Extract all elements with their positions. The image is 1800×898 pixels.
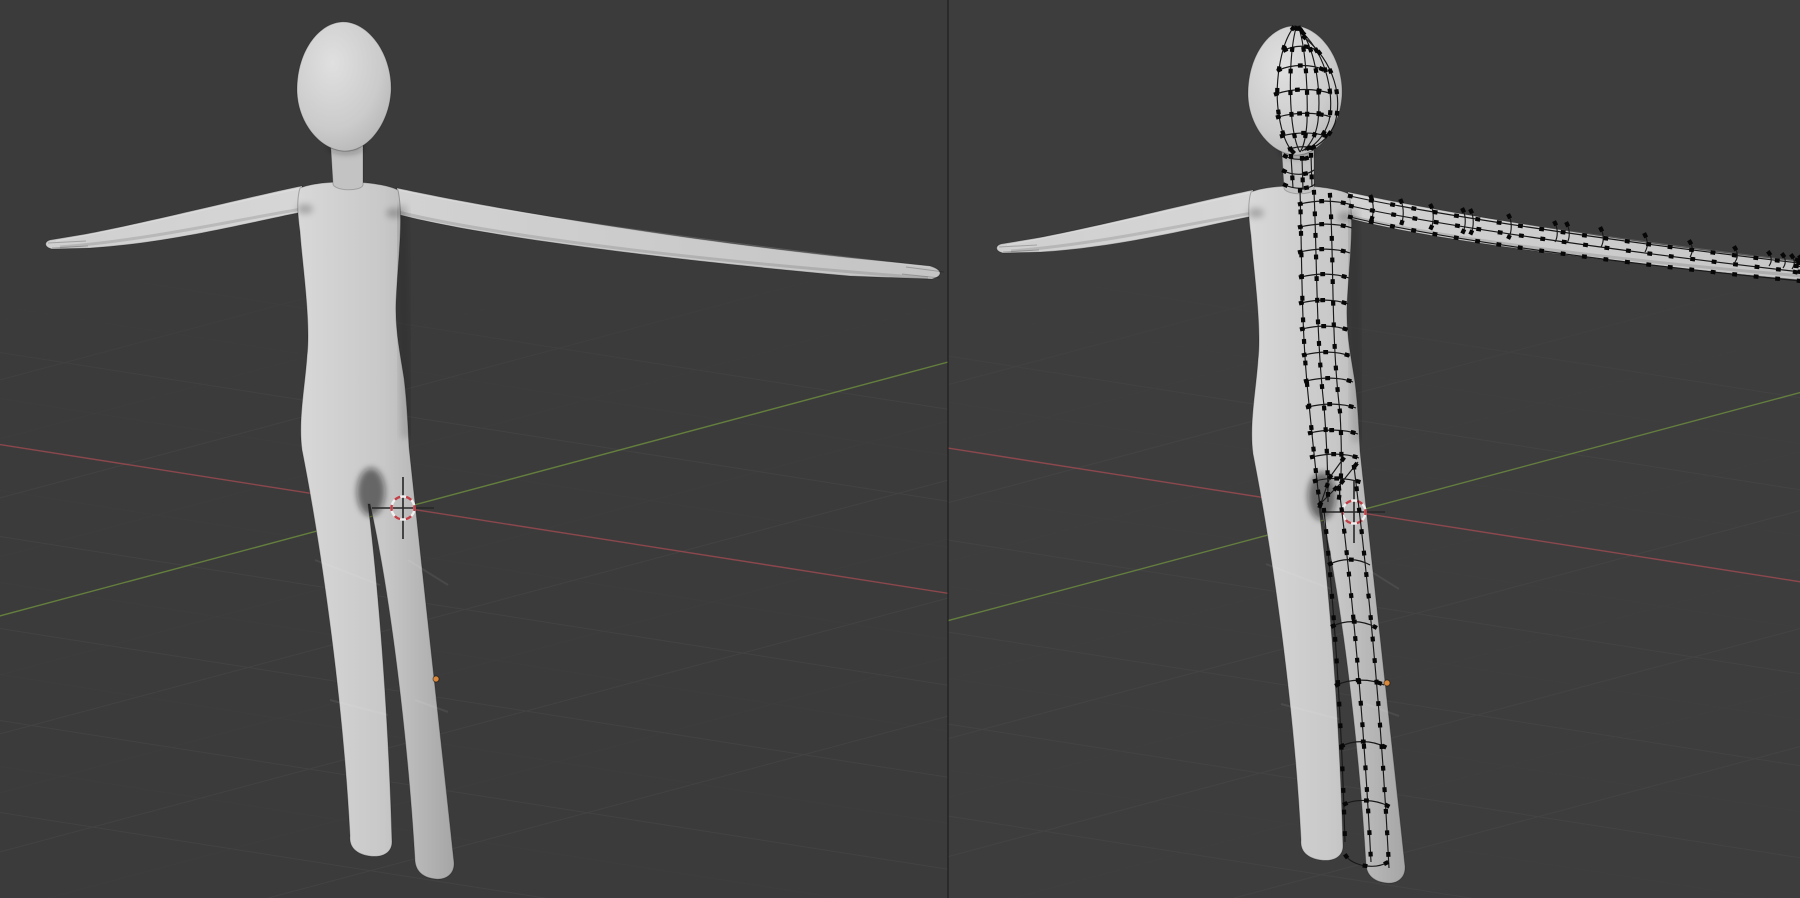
- viewport-stage: [0, 0, 1800, 898]
- panel-divider: [947, 0, 949, 898]
- panel-shaded-view[interactable]: [0, 0, 948, 898]
- panel-edit-wireframe-view[interactable]: [948, 0, 1800, 898]
